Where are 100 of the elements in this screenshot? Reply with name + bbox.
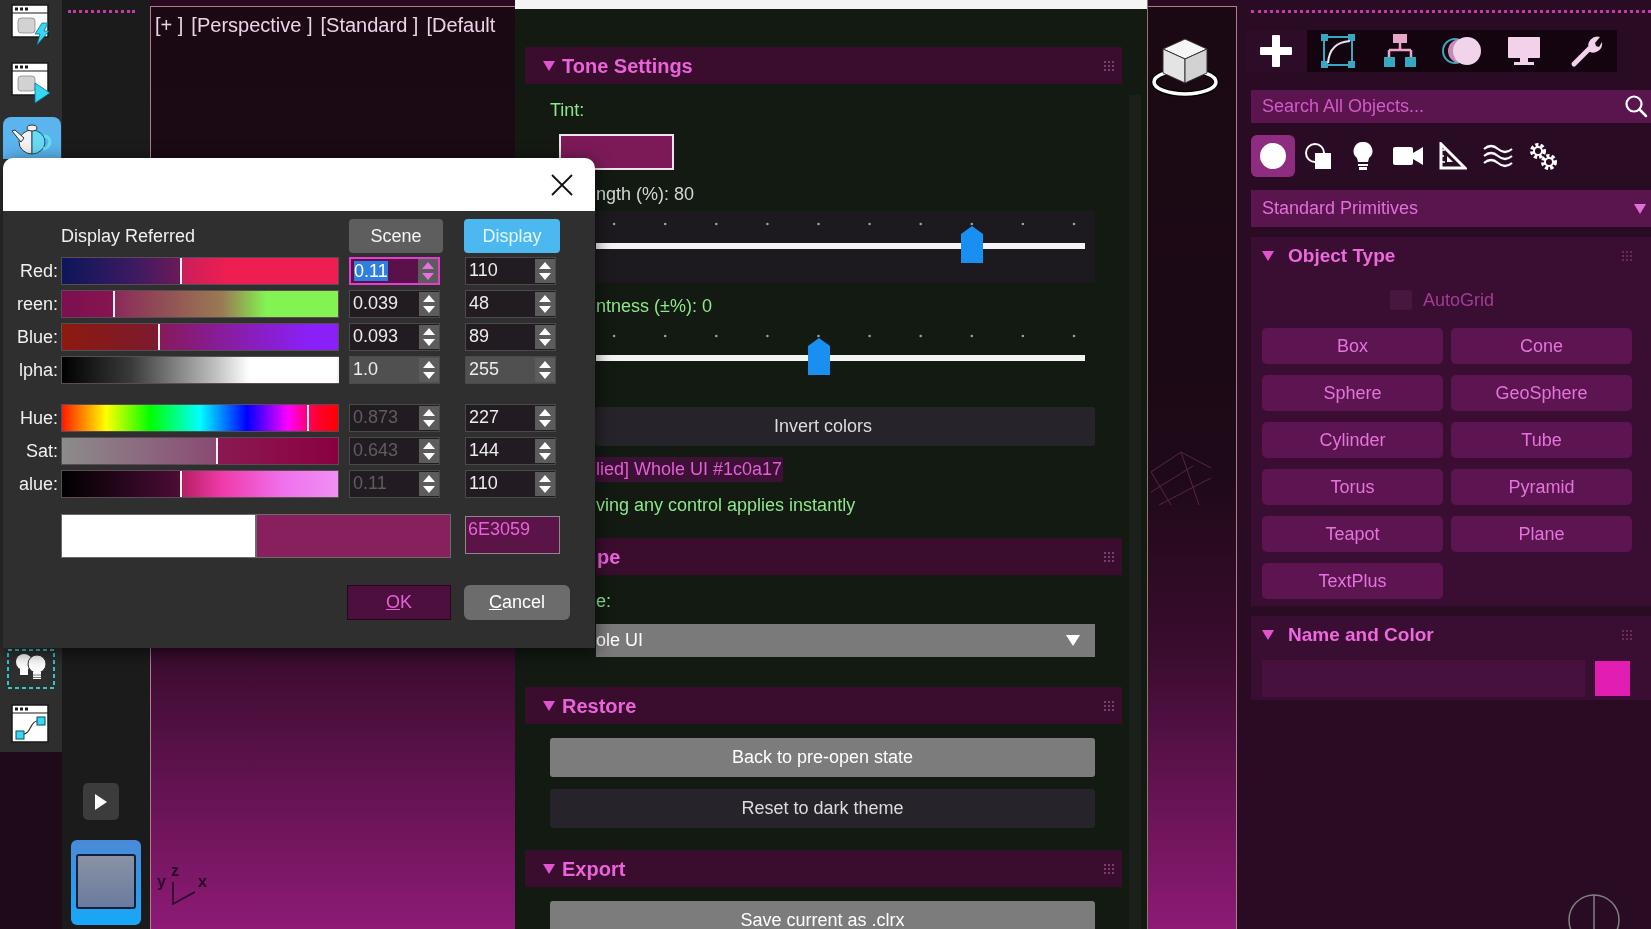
- section-header[interactable]: Restore: [525, 687, 1122, 724]
- dialog-button[interactable]: Cancel: [464, 585, 570, 620]
- primitive-button[interactable]: GeoSphere: [1451, 375, 1632, 411]
- play-button[interactable]: [83, 783, 119, 820]
- action-button[interactable]: Back to pre-open state: [550, 738, 1095, 777]
- caret-icon[interactable]: [543, 863, 555, 874]
- search-icon[interactable]: [1624, 94, 1648, 118]
- primitive-button[interactable]: Cone: [1451, 328, 1632, 364]
- spinner-icon[interactable]: [419, 324, 439, 350]
- primitive-button[interactable]: Torus: [1262, 469, 1443, 505]
- color-swatch[interactable]: [256, 514, 451, 558]
- tool-button[interactable]: [7, 648, 55, 690]
- spinner-icon[interactable]: [535, 438, 555, 464]
- caret-icon[interactable]: [1262, 251, 1274, 261]
- spinner-icon[interactable]: [419, 357, 439, 383]
- primitive-button[interactable]: Sphere: [1262, 375, 1443, 411]
- color-slider[interactable]: [61, 470, 339, 498]
- caret-icon: [1066, 635, 1080, 646]
- grip-icon[interactable]: [1104, 60, 1114, 71]
- slider-marker[interactable]: [306, 405, 309, 431]
- slider-marker[interactable]: [157, 324, 160, 350]
- slider-marker[interactable]: [215, 438, 218, 464]
- caret-icon[interactable]: [543, 60, 555, 71]
- category-button[interactable]: [1251, 135, 1295, 177]
- number-field[interactable]: 0.093: [349, 323, 440, 351]
- number-field[interactable]: 255: [465, 356, 556, 384]
- viewport-label[interactable]: [Perspective ]: [191, 13, 313, 37]
- slider-marker[interactable]: [113, 291, 116, 317]
- spinner-icon[interactable]: [535, 258, 555, 284]
- action-button[interactable]: Invert colors: [595, 407, 1095, 446]
- color-slider[interactable]: [61, 323, 339, 351]
- color-slider[interactable]: [61, 356, 339, 384]
- slider-thumb[interactable]: [807, 338, 830, 375]
- grip-icon[interactable]: [1622, 251, 1632, 261]
- viewcube-icon[interactable]: [1150, 37, 1220, 97]
- grip-icon[interactable]: [1104, 551, 1114, 562]
- grip-icon[interactable]: [1622, 630, 1632, 640]
- spinner-icon[interactable]: [535, 405, 555, 431]
- dropdown[interactable]: ole UI: [596, 624, 1095, 657]
- tool-button[interactable]: [11, 4, 51, 46]
- grip-icon[interactable]: [1104, 700, 1114, 711]
- viewport-label[interactable]: [Default: [426, 13, 496, 37]
- hex-field[interactable]: 6E3059: [465, 516, 560, 554]
- dropdown[interactable]: Standard Primitives: [1251, 190, 1651, 227]
- tool-button[interactable]: [3, 117, 61, 159]
- number-field[interactable]: 227: [465, 404, 556, 432]
- dialog-button[interactable]: OK: [347, 585, 451, 620]
- number-field[interactable]: 110: [465, 470, 556, 498]
- slider-thumb[interactable]: [960, 226, 983, 263]
- color-slider[interactable]: [61, 437, 339, 465]
- caret-icon[interactable]: [543, 700, 555, 711]
- action-button[interactable]: Reset to dark theme: [550, 789, 1095, 828]
- section-header[interactable]: Tone Settings: [525, 47, 1122, 84]
- viewport-label[interactable]: [Standard ]: [320, 13, 419, 37]
- search-field[interactable]: Search All Objects...: [1251, 90, 1651, 123]
- color-swatch[interactable]: [61, 514, 256, 558]
- monitor-icon: [1507, 36, 1541, 66]
- primitive-button[interactable]: TextPlus: [1262, 563, 1443, 599]
- section-header[interactable]: pe: [596, 538, 1122, 575]
- number-field[interactable]: 1.0: [349, 356, 440, 384]
- close-button[interactable]: [551, 173, 573, 196]
- color-swatch[interactable]: [1595, 661, 1630, 696]
- panel-tab[interactable]: [1555, 30, 1617, 72]
- primitive-button[interactable]: Teapot: [1262, 516, 1443, 552]
- spinner-icon[interactable]: [535, 291, 555, 317]
- mode-button[interactable]: Scene: [349, 219, 443, 253]
- number-field[interactable]: 144: [465, 437, 556, 465]
- window-bolt-icon: [11, 4, 51, 46]
- spinner-icon[interactable]: [419, 291, 439, 317]
- spinner-icon[interactable]: [535, 357, 555, 383]
- section-header[interactable]: Export: [525, 850, 1122, 887]
- slider-marker[interactable]: [179, 258, 182, 284]
- primitive-button[interactable]: Plane: [1451, 516, 1632, 552]
- primitive-button[interactable]: Pyramid: [1451, 469, 1632, 505]
- section-title: pe: [597, 544, 621, 569]
- slider-marker[interactable]: [179, 471, 182, 497]
- grip-icon[interactable]: [1104, 863, 1114, 874]
- slider-marker[interactable]: [337, 357, 339, 383]
- primitive-button[interactable]: Tube: [1451, 422, 1632, 458]
- spinner-icon[interactable]: [535, 324, 555, 350]
- number-field[interactable]: 89: [465, 323, 556, 351]
- action-button[interactable]: Save current as .clrx: [550, 901, 1095, 929]
- spinner-icon[interactable]: [535, 471, 555, 497]
- slider[interactable]: [595, 211, 1095, 283]
- number-field[interactable]: 110: [465, 257, 556, 285]
- tool-button[interactable]: [11, 703, 51, 745]
- caret-icon[interactable]: [1262, 630, 1274, 640]
- primitive-button[interactable]: Cylinder: [1262, 422, 1443, 458]
- primitive-button[interactable]: Box: [1262, 328, 1443, 364]
- field-label: Tint:: [550, 99, 585, 121]
- number-field[interactable]: 48: [465, 290, 556, 318]
- viewport-label[interactable]: [+ ]: [155, 13, 184, 37]
- number-field[interactable]: 0.11: [349, 257, 440, 285]
- thumbnail-button[interactable]: [71, 840, 141, 925]
- panel-tab[interactable]: [1307, 30, 1369, 72]
- color-slider[interactable]: [61, 404, 339, 432]
- tool-button[interactable]: [11, 62, 51, 104]
- color-slider[interactable]: [61, 290, 339, 318]
- color-slider[interactable]: [61, 257, 339, 285]
- number-field[interactable]: 0.039: [349, 290, 440, 318]
